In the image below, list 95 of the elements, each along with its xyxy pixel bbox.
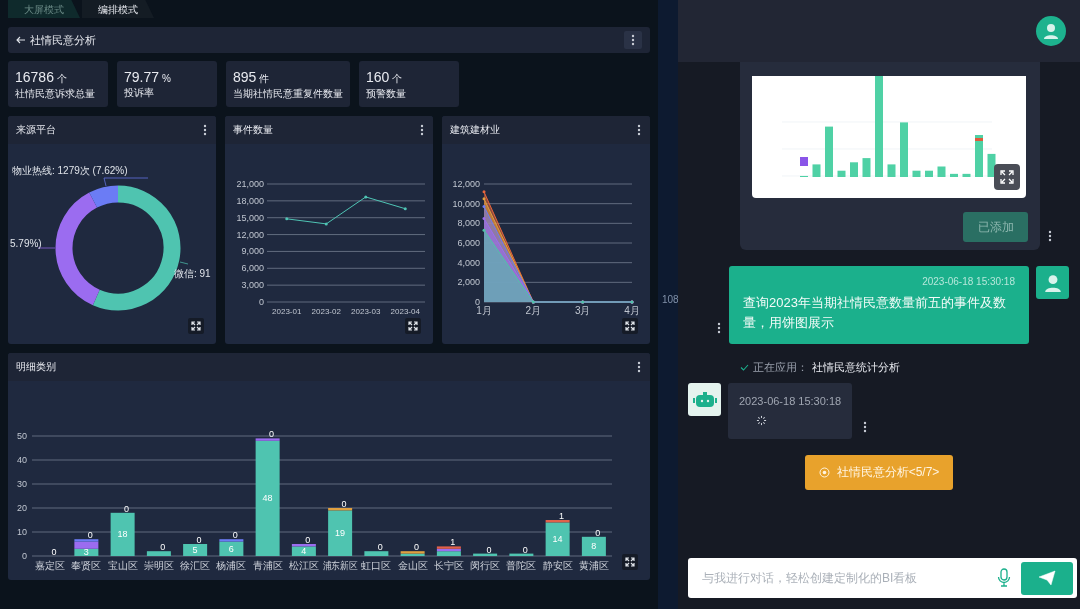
data-label: 0	[341, 499, 347, 509]
data-label: 0	[486, 544, 492, 555]
axis-label: 1月	[476, 305, 492, 316]
cut-off-text: 108	[662, 294, 678, 305]
data-label: 0	[51, 547, 57, 557]
axis-label: 长宁区	[433, 560, 464, 571]
data-label: 19	[335, 528, 346, 539]
axis-label: 虹口区	[361, 560, 392, 571]
data-label: 0	[595, 527, 601, 538]
card-title: 建筑建材业	[450, 123, 500, 137]
axis-label: 12,000	[452, 179, 480, 189]
axis-label: 6,000	[241, 263, 264, 274]
data-label: 5	[192, 545, 198, 555]
axis-label: 2023-01	[272, 307, 302, 316]
kpi-label: 当期社情民意重复件数量	[233, 87, 343, 101]
kpi-unit: 件	[259, 72, 270, 86]
data-label: 0	[232, 530, 238, 541]
axis-label: 3月	[574, 305, 591, 316]
axis-label: 黄浦区	[578, 560, 609, 571]
axis-label: 2023-02	[311, 307, 341, 316]
axis-label: 8,000	[457, 218, 480, 229]
message-time: 2023-06-18 15:30:18	[921, 276, 1015, 287]
kpi-value: 79.77	[124, 69, 160, 85]
data-label: 0	[87, 530, 93, 541]
data-label: 1	[559, 511, 565, 521]
kpi-unit: 个	[392, 72, 403, 86]
axis-label: 15,000	[236, 212, 264, 223]
data-label: 0	[305, 535, 311, 545]
axis-label: 12,000	[236, 229, 264, 240]
data-label: 18	[117, 529, 128, 540]
message-time: 2023-06-18 15:30:18	[739, 395, 842, 407]
data-label: 0	[269, 429, 275, 440]
axis-label: 崇明区	[143, 560, 174, 571]
axis-label: 10,000	[452, 198, 480, 209]
kpi-value: 160	[366, 69, 390, 85]
kpi-label: 社情民意诉求总量	[15, 87, 96, 101]
axis-label: 10	[17, 527, 27, 537]
axis-label: 金山区	[397, 560, 428, 571]
kpi-unit: 个	[56, 72, 67, 86]
axis-label: 0	[22, 551, 27, 561]
chart-label: 5.79%)	[10, 238, 42, 249]
kpi-unit: %	[162, 73, 171, 84]
data-label: 48	[262, 493, 273, 504]
axis-label: 普陀区	[506, 560, 537, 571]
axis-label: 奉贤区	[71, 560, 102, 571]
data-label: 4	[301, 546, 307, 557]
axis-label: 松江区	[288, 560, 319, 571]
data-label: 0	[522, 544, 528, 555]
axis-label: 嘉定区	[35, 560, 66, 571]
axis-label: 0	[259, 297, 264, 307]
card-title: 来源平台	[16, 123, 56, 137]
axis-label: 青浦区	[252, 560, 283, 571]
data-label: 0	[196, 535, 202, 545]
axis-label: 宝山区	[107, 560, 138, 571]
data-label: 0	[377, 542, 383, 553]
kpi-label: 预警数量	[366, 87, 407, 101]
kpi-value: 895	[233, 69, 257, 85]
data-label: 3	[83, 547, 89, 558]
data-label: 6	[228, 543, 234, 554]
kpi-label: 投诉率	[124, 86, 155, 100]
data-label: 14	[552, 534, 563, 545]
axis-label: 21,000	[236, 179, 264, 189]
axis-label: 静安区	[542, 560, 573, 571]
axis-label: 4月	[624, 305, 640, 316]
axis-label: 4,000	[457, 257, 480, 268]
axis-label: 徐汇区	[180, 560, 211, 571]
axis-label: 2,000	[457, 277, 480, 288]
axis-label: 0	[475, 297, 480, 307]
axis-label: 2月	[525, 305, 542, 316]
axis-label: 闵行区	[470, 560, 501, 571]
data-label: 8	[591, 541, 597, 552]
card-title: 事件数量	[233, 123, 273, 137]
page-title: 社情民意分析	[30, 32, 97, 48]
axis-label: 18,000	[236, 195, 264, 206]
axis-label: 3,000	[241, 280, 264, 291]
axis-label: 40	[17, 455, 27, 465]
kpi-value: 16786	[15, 69, 54, 85]
data-label: 0	[124, 503, 130, 514]
axis-label: 6,000	[457, 238, 480, 248]
axis-label: 2023-04	[390, 307, 420, 316]
chart-label: 物业热线: 1279次 (7.62%)	[12, 165, 128, 176]
status-value: 社情民意统计分析	[812, 360, 900, 375]
axis-label: 杨浦区	[216, 560, 247, 571]
card-title: 明细类别	[16, 360, 56, 374]
axis-label: 9,000	[241, 246, 264, 257]
data-label: 0	[414, 542, 420, 553]
status-label: 正在应用：	[753, 360, 808, 375]
chart-label: 微信: 91	[174, 268, 211, 279]
axis-label: 20	[17, 503, 27, 513]
axis-label: 2023-03	[351, 307, 381, 316]
axis-label: 50	[17, 431, 27, 441]
data-label: 1	[450, 537, 456, 548]
axis-label: 30	[17, 479, 27, 489]
message-text: 查询2023年当期社情民意数量前五的事件及数量，用饼图展示	[743, 294, 1007, 332]
data-label: 0	[160, 542, 166, 553]
